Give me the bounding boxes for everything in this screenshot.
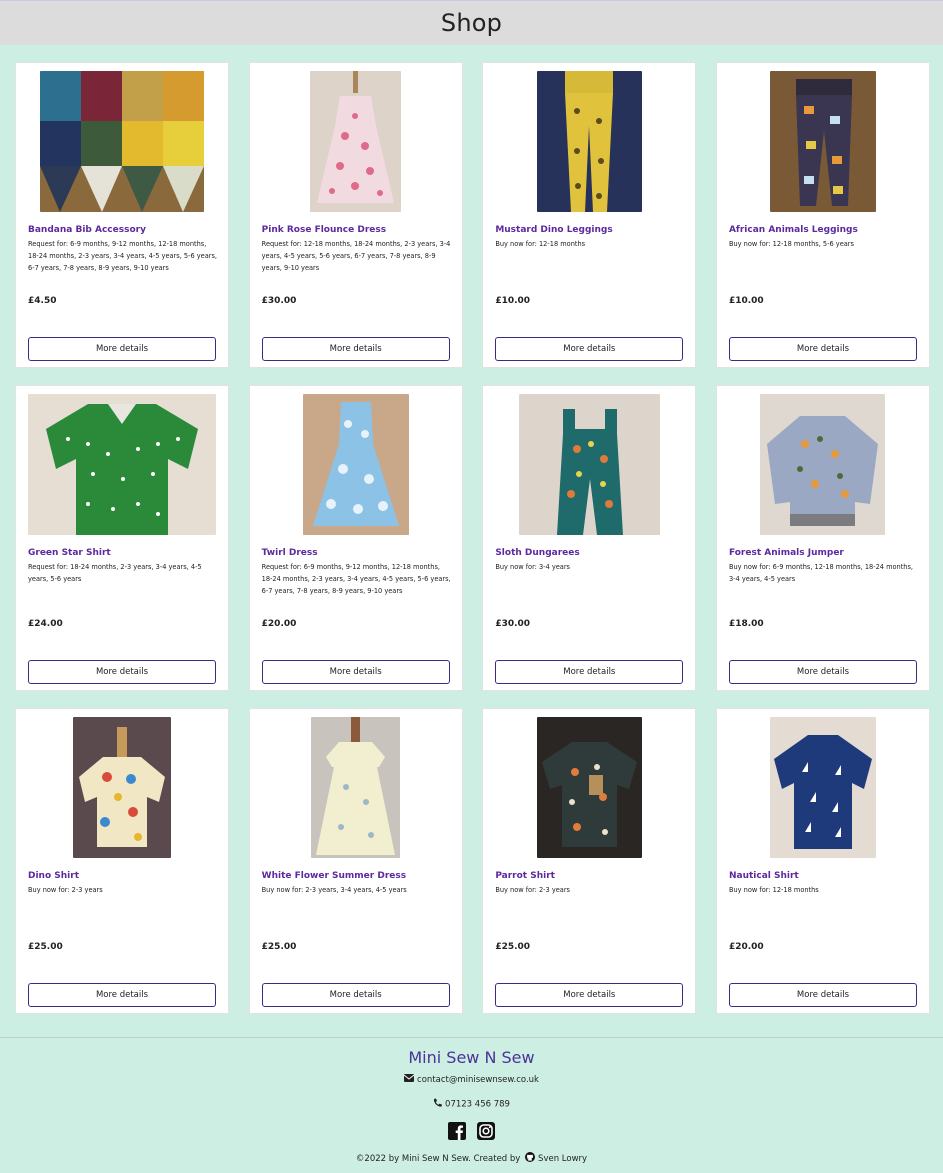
product-card: Dino Shirt Buy now for: 2-3 years £25.00… bbox=[15, 708, 229, 1014]
product-availability: Request for: 6-9 months, 9-12 months, 12… bbox=[261, 563, 451, 595]
footer-phone-text[interactable]: 07123 456 789 bbox=[445, 1100, 510, 1110]
product-price: £25.00 bbox=[28, 942, 63, 952]
site-footer: Mini Sew N Sew contact@minisewnsew.co.uk… bbox=[0, 1037, 943, 1173]
product-price: £10.00 bbox=[728, 296, 764, 306]
white-dress-photo[interactable] bbox=[311, 717, 401, 858]
product-availability: Buy now for: 6-9 months, 12-18 months, 1… bbox=[728, 563, 914, 583]
product-card: Twirl Dress Request for: 6-9 months, 9-1… bbox=[248, 385, 463, 691]
product-availability: Buy now for: 2-3 years bbox=[28, 886, 103, 894]
product-card: African Animals Leggings Buy now for: 12… bbox=[715, 62, 930, 368]
parrot-shirt-photo[interactable] bbox=[536, 717, 642, 858]
footer-email-text[interactable]: contact@minisewnsew.co.uk bbox=[417, 1075, 539, 1085]
product-card: Bandana Bib Accessory Request for: 6-9 m… bbox=[15, 62, 229, 368]
product-title[interactable]: Forest Animals Jumper bbox=[729, 548, 921, 558]
more-details-button[interactable]: More details bbox=[728, 660, 917, 684]
product-card: Nautical Shirt Buy now for: 12-18 months… bbox=[715, 708, 930, 1014]
animal-leggings-photo[interactable] bbox=[769, 71, 876, 212]
product-availability: Buy now for: 2-3 years bbox=[495, 886, 570, 894]
product-card: Green Star Shirt Request for: 18-24 mont… bbox=[15, 385, 229, 691]
product-card: Pink Rose Flounce Dress Request for: 12-… bbox=[248, 62, 463, 368]
product-price: £24.00 bbox=[28, 619, 63, 629]
product-grid: Bandana Bib Accessory Request for: 6-9 m… bbox=[15, 62, 930, 1014]
footer-copyright: ©2022 by Mini Sew N Sew. Created by Sven… bbox=[0, 1152, 943, 1165]
product-price: £25.00 bbox=[495, 942, 531, 952]
copyright-text: ©2022 by Mini Sew N Sew. Created by bbox=[355, 1154, 521, 1164]
product-availability: Request for: 6-9 months, 9-12 months, 12… bbox=[28, 240, 218, 272]
product-card: Mustard Dino Leggings Buy now for: 12-18… bbox=[482, 62, 697, 368]
more-details-button[interactable]: More details bbox=[495, 983, 684, 1007]
product-title[interactable]: African Animals Leggings bbox=[729, 225, 921, 235]
product-title[interactable]: Nautical Shirt bbox=[729, 871, 921, 881]
github-icon[interactable] bbox=[525, 1152, 536, 1165]
author-link[interactable]: Sven Lowry bbox=[538, 1154, 587, 1164]
more-details-button[interactable]: More details bbox=[728, 337, 917, 361]
sloth-dungarees-photo[interactable] bbox=[518, 394, 660, 535]
product-price: £20.00 bbox=[728, 942, 764, 952]
product-price: £30.00 bbox=[495, 619, 531, 629]
instagram-icon[interactable] bbox=[477, 1122, 495, 1144]
page-title: Shop bbox=[440, 9, 503, 37]
product-title[interactable]: Sloth Dungarees bbox=[495, 548, 687, 558]
product-availability: Buy now for: 12-18 months bbox=[495, 240, 586, 248]
more-details-button[interactable]: More details bbox=[495, 337, 684, 361]
more-details-button[interactable]: More details bbox=[261, 660, 450, 684]
product-price: £25.00 bbox=[261, 942, 297, 952]
product-availability: Request for: 12-18 months, 18-24 months,… bbox=[261, 240, 451, 272]
product-title[interactable]: Twirl Dress bbox=[262, 548, 454, 558]
product-price: £10.00 bbox=[495, 296, 531, 306]
product-title[interactable]: Parrot Shirt bbox=[495, 871, 687, 881]
more-details-button[interactable]: More details bbox=[28, 337, 216, 361]
more-details-button[interactable]: More details bbox=[261, 983, 450, 1007]
green-shirt-photo[interactable] bbox=[28, 394, 216, 535]
product-card: Forest Animals Jumper Buy now for: 6-9 m… bbox=[715, 385, 930, 691]
product-price: £20.00 bbox=[261, 619, 297, 629]
product-title[interactable]: White Flower Summer Dress bbox=[262, 871, 454, 881]
more-details-button[interactable]: More details bbox=[495, 660, 684, 684]
bandana-bibs-photo[interactable] bbox=[40, 71, 204, 212]
facebook-icon[interactable] bbox=[448, 1122, 466, 1144]
jumper-photo[interactable] bbox=[760, 394, 886, 535]
product-title[interactable]: Pink Rose Flounce Dress bbox=[262, 225, 454, 235]
product-availability: Buy now for: 2-3 years, 3-4 years, 4-5 y… bbox=[261, 886, 407, 894]
pink-dress-photo[interactable] bbox=[310, 71, 402, 212]
product-price: £30.00 bbox=[261, 296, 297, 306]
product-availability: Buy now for: 3-4 years bbox=[495, 563, 570, 571]
more-details-button[interactable]: More details bbox=[28, 660, 216, 684]
footer-email[interactable]: contact@minisewnsew.co.uk bbox=[0, 1074, 943, 1085]
product-card: White Flower Summer Dress Buy now for: 2… bbox=[248, 708, 463, 1014]
footer-phone[interactable]: 07123 456 789 bbox=[0, 1098, 943, 1110]
social-links bbox=[0, 1122, 943, 1144]
page-header: Shop bbox=[0, 0, 943, 45]
product-title[interactable]: Dino Shirt bbox=[28, 871, 220, 881]
footer-brand[interactable]: Mini Sew N Sew bbox=[0, 1048, 943, 1067]
dino-shirt-photo[interactable] bbox=[73, 717, 171, 858]
phone-icon bbox=[433, 1098, 443, 1110]
more-details-button[interactable]: More details bbox=[28, 983, 216, 1007]
product-card: Sloth Dungarees Buy now for: 3-4 years £… bbox=[482, 385, 697, 691]
product-title[interactable]: Mustard Dino Leggings bbox=[495, 225, 687, 235]
product-title[interactable]: Bandana Bib Accessory bbox=[28, 225, 220, 235]
mustard-leggings-photo[interactable] bbox=[536, 71, 642, 212]
twirl-dress-photo[interactable] bbox=[302, 394, 409, 535]
more-details-button[interactable]: More details bbox=[728, 983, 917, 1007]
product-price: £18.00 bbox=[728, 619, 764, 629]
product-availability: Request for: 18-24 months, 2-3 years, 3-… bbox=[28, 563, 202, 583]
product-availability: Buy now for: 12-18 months bbox=[728, 886, 819, 894]
product-card: Parrot Shirt Buy now for: 2-3 years £25.… bbox=[482, 708, 697, 1014]
nautical-shirt-photo[interactable] bbox=[769, 717, 876, 858]
product-availability: Buy now for: 12-18 months, 5-6 years bbox=[728, 240, 854, 248]
envelope-icon bbox=[403, 1074, 415, 1085]
more-details-button[interactable]: More details bbox=[261, 337, 450, 361]
product-price: £4.50 bbox=[28, 296, 57, 306]
product-title[interactable]: Green Star Shirt bbox=[28, 548, 220, 558]
